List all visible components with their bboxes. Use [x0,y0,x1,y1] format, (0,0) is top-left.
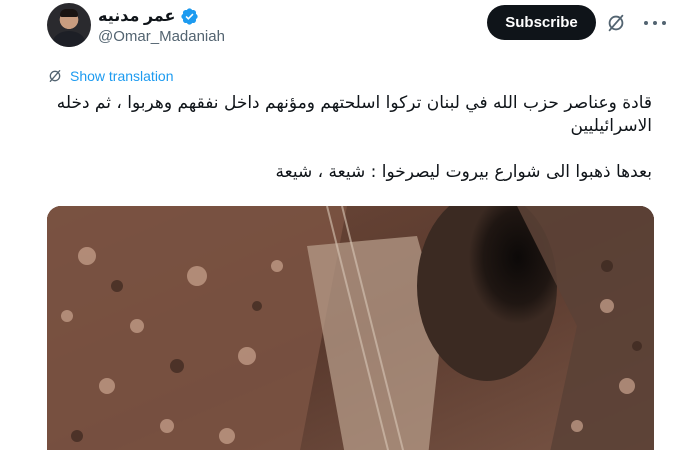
tweet-text: قادة وعناصر حزب الله في لبنان تركوا اسلح… [44,92,652,184]
tweet-card: عمر مدنيه @Omar_Madaniah Subscribe Show … [0,0,700,450]
tweet-paragraph: بعدها ذهبوا الى شوارع بيروت ليصرخوا : شي… [275,162,652,182]
subscribe-button[interactable]: Subscribe [487,5,596,40]
tweet-paragraph: قادة وعناصر حزب الله في لبنان تركوا اسلح… [56,93,652,136]
avatar-hair [60,9,78,17]
verified-badge-icon [181,7,199,25]
author-handle[interactable]: @Omar_Madaniah [98,28,225,45]
author-display-name[interactable]: عمر مدنيه [98,6,175,26]
translate-icon [49,70,61,82]
more-dot [662,21,666,25]
author-name-row[interactable]: عمر مدنيه [98,5,199,27]
show-translation-label[interactable]: Show translation [70,68,174,84]
grok-icon[interactable] [605,12,627,34]
more-options-icon[interactable] [644,12,666,34]
more-dot [653,21,657,25]
avatar[interactable] [47,3,91,47]
show-translation-link[interactable]: Show translation [47,67,174,85]
video-thumbnail[interactable] [47,206,654,450]
more-dot [644,21,648,25]
avatar-suit [53,31,85,47]
video-frame [47,206,654,450]
